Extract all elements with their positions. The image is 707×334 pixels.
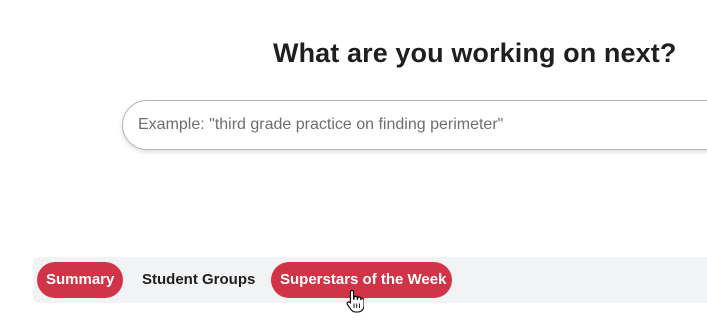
tab-summary[interactable]: Summary: [37, 262, 123, 298]
search-input[interactable]: [138, 101, 707, 149]
page: What are you working on next? Summary St…: [0, 0, 707, 334]
tab-bar: Summary Student Groups Superstars of the…: [33, 257, 707, 303]
hand-pointer-icon: [346, 289, 364, 313]
search-box[interactable]: [122, 100, 707, 150]
tab-student-groups[interactable]: Student Groups: [133, 262, 259, 298]
page-title: What are you working on next?: [273, 38, 677, 68]
